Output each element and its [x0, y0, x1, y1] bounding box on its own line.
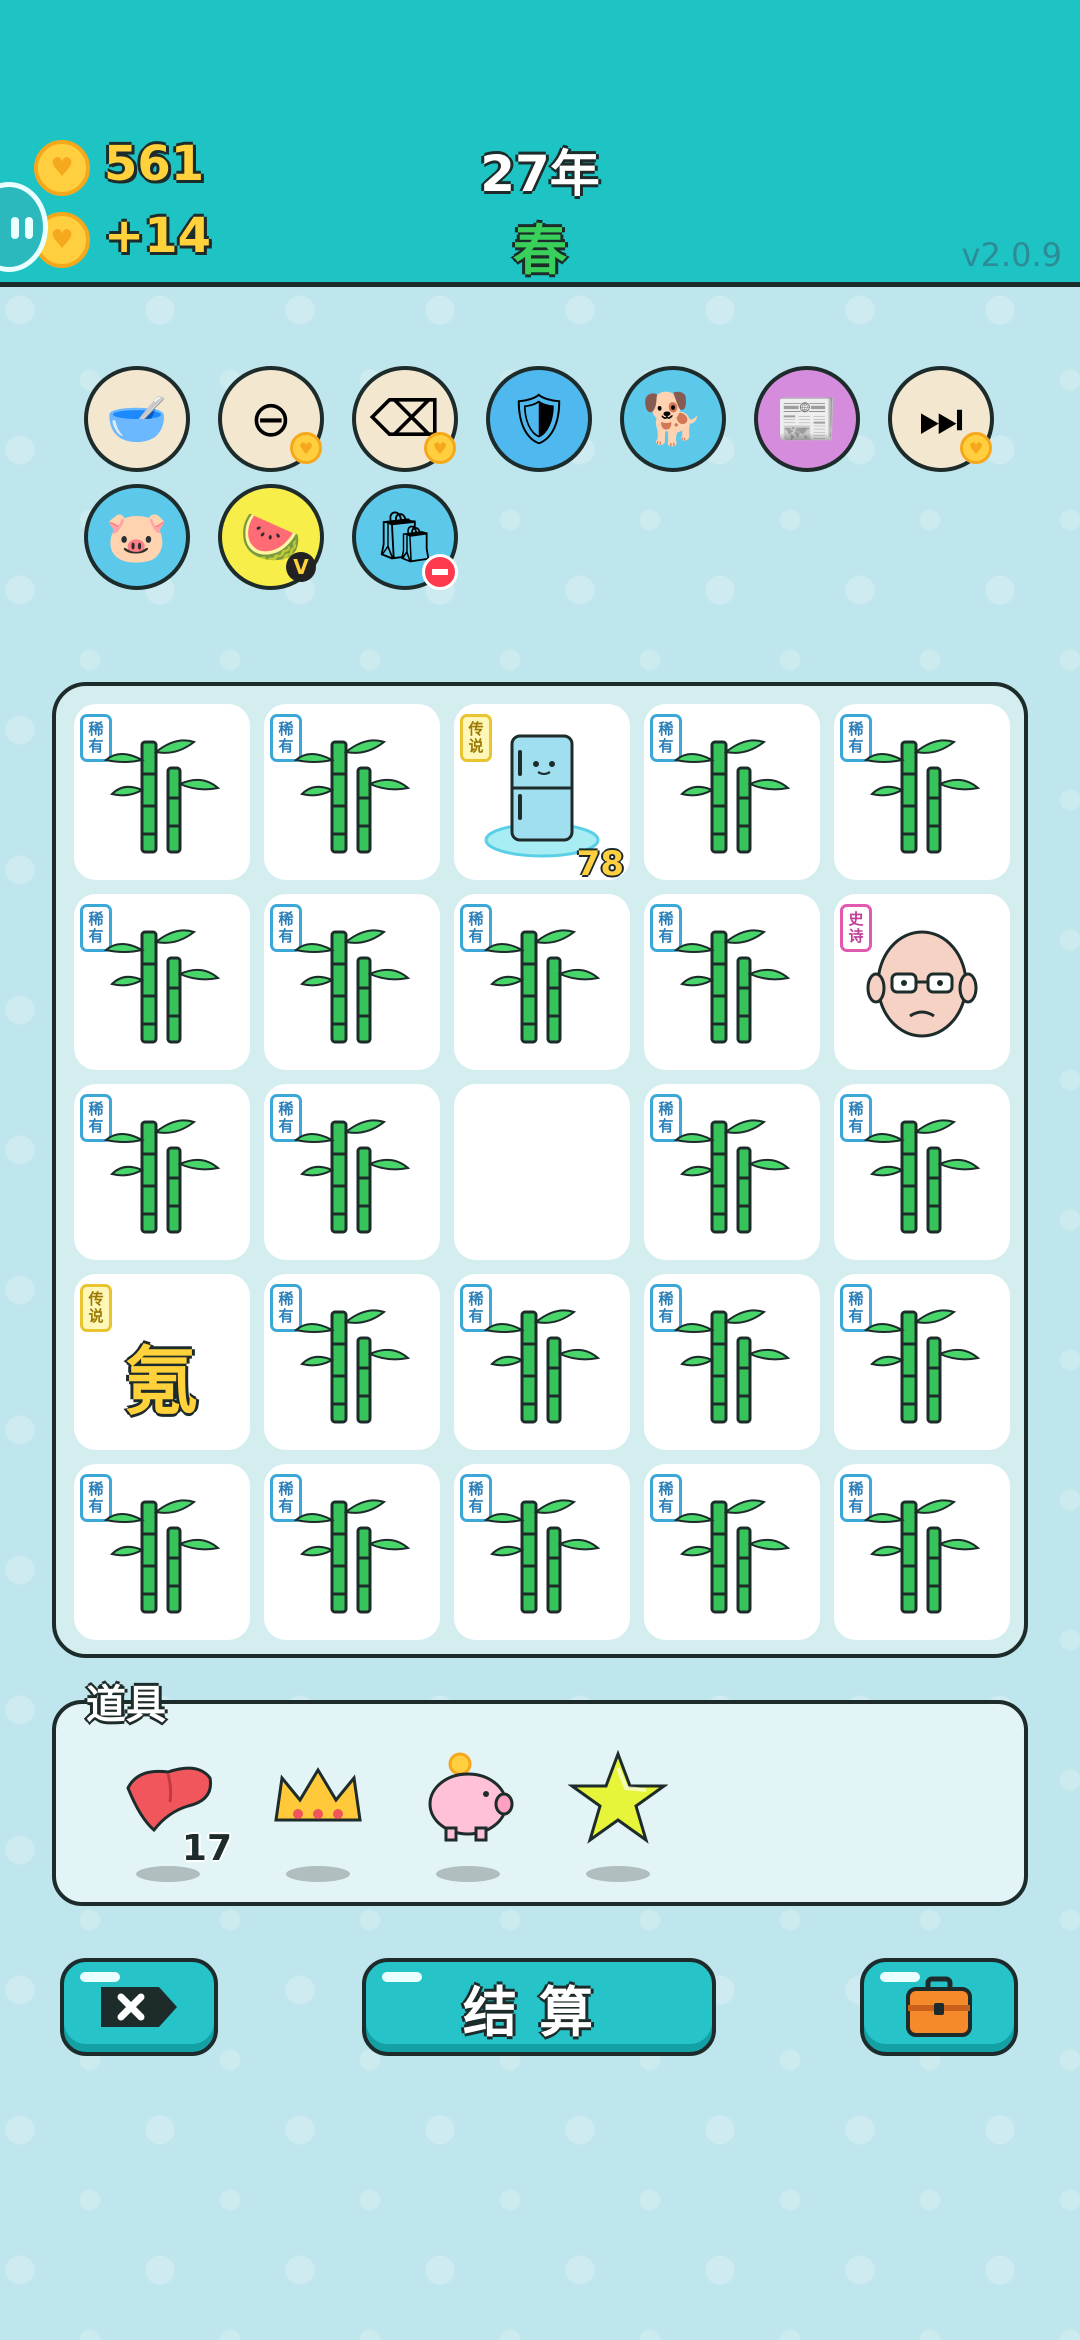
props-panel: 17 — [52, 1700, 1028, 1906]
buff-piggy-bank[interactable]: 🐷 — [84, 484, 190, 590]
bamboo-icon — [102, 918, 222, 1048]
time-magazine-icon: 📰 — [775, 390, 839, 448]
board-cell[interactable] — [454, 1084, 630, 1260]
board-cell[interactable]: 稀有 — [264, 1274, 440, 1450]
buff-skip[interactable]: ⏭ ♥ — [888, 366, 994, 472]
buff-delete-removal[interactable]: ⌫ ♥ — [352, 366, 458, 472]
settle-label: 结算 — [463, 1980, 615, 2044]
board-cell[interactable]: 传说氪 — [74, 1274, 250, 1450]
top-bar: ♥ 561 ♥ +14 27年 春 v2.0.9 — [0, 0, 1080, 287]
bamboo-icon — [862, 1298, 982, 1428]
season-label: 春 — [513, 219, 567, 282]
bamboo-icon — [292, 1488, 412, 1618]
bamboo-icon — [482, 1298, 602, 1428]
board-cell[interactable]: 稀有 — [264, 1464, 440, 1640]
old-man-icon — [862, 918, 982, 1048]
board-cell[interactable]: 史诗 — [834, 894, 1010, 1070]
prop-crown[interactable] — [268, 1748, 368, 1888]
year-label: 27年 — [480, 145, 600, 203]
trash-bag-icon: 🛍 — [373, 508, 437, 566]
bamboo-icon — [862, 1108, 982, 1238]
bamboo-icon — [482, 918, 602, 1048]
settle-button[interactable]: 结算 — [362, 1958, 716, 2056]
board-cell[interactable]: 稀有 — [834, 1464, 1010, 1640]
bamboo-icon — [102, 728, 222, 858]
board-cell[interactable]: 稀有 — [454, 1274, 630, 1450]
board-cell[interactable]: 稀有 — [644, 1084, 820, 1260]
board-cell[interactable]: 稀有 — [264, 894, 440, 1070]
bamboo-icon — [292, 1108, 412, 1238]
board-cell[interactable]: 稀有 — [264, 704, 440, 880]
bamboo-icon — [292, 1298, 412, 1428]
briefcase-icon — [906, 1976, 972, 2037]
board-cell[interactable]: 传说 78 — [454, 704, 630, 884]
bamboo-icon — [672, 918, 792, 1048]
dog-sunglasses-icon: 🐕 — [641, 390, 705, 448]
prop-count: 17 — [181, 1828, 232, 1869]
bamboo-icon — [862, 1488, 982, 1618]
board-cell[interactable]: 稀有 — [74, 1464, 250, 1640]
prop-liver[interactable]: 17 — [118, 1748, 232, 1888]
remove-button[interactable] — [60, 1958, 218, 2056]
board-cell[interactable]: 稀有 — [454, 1464, 630, 1640]
crown-icon — [268, 1748, 368, 1852]
board-cell[interactable]: 稀有 — [834, 1274, 1010, 1450]
skip-icon: ⏭ — [918, 390, 964, 448]
board-cell[interactable]: 稀有 — [644, 1464, 820, 1640]
board-cell[interactable]: 稀有 — [264, 1084, 440, 1260]
board-cell[interactable]: 稀有 — [644, 1274, 820, 1450]
bamboo-icon — [672, 1108, 792, 1238]
prop-shadow — [286, 1866, 350, 1882]
buff-repair-shield[interactable]: 🛡 — [486, 366, 592, 472]
buff-cool-dog[interactable]: 🐕 — [620, 366, 726, 472]
star-icon — [567, 1748, 669, 1852]
bamboo-icon — [482, 1488, 602, 1618]
krypton-symbol: 氪 — [124, 1339, 198, 1425]
food-bowl-icon: 🥣 — [105, 390, 169, 448]
buff-garbage-bag[interactable]: 🛍 — [352, 484, 458, 590]
version-label: v2.0.9 — [961, 236, 1062, 274]
board-cell[interactable]: 稀有 — [834, 704, 1010, 880]
board-cell[interactable]: 稀有 — [454, 894, 630, 1070]
heart-badge-icon: ♥ — [424, 432, 456, 464]
bamboo-icon — [672, 1488, 792, 1618]
piggy-bank-icon: 🐷 — [105, 508, 169, 566]
prop-shadow — [586, 1866, 650, 1882]
heart-badge-icon: ♥ — [290, 432, 322, 464]
bamboo-icon — [102, 1108, 222, 1238]
cell-count: 78 — [576, 844, 624, 884]
delete-key-icon — [101, 1987, 177, 2027]
prop-star[interactable] — [567, 1748, 669, 1888]
board-cell[interactable]: 稀有 — [644, 704, 820, 880]
buff-fruit-basket[interactable]: 🍉 V — [218, 484, 324, 590]
inventory-button[interactable] — [860, 1958, 1018, 2056]
board-cell[interactable]: 稀有 — [644, 894, 820, 1070]
buff-time-magazine[interactable]: 📰 — [754, 366, 860, 472]
heart-badge-icon: ♥ — [960, 432, 992, 464]
rarity-tag-legend: 传说 — [80, 1284, 112, 1332]
bamboo-icon — [862, 728, 982, 858]
prop-shadow — [436, 1866, 500, 1882]
minus-circle-icon: ⊖ — [250, 390, 292, 448]
shield-wrench-icon: 🛡 — [507, 390, 571, 448]
prop-piggy-bank[interactable] — [418, 1748, 518, 1888]
buff-reduce-removal[interactable]: ⊖ ♥ — [218, 366, 324, 472]
bamboo-icon — [292, 918, 412, 1048]
v-badge-icon: V — [286, 552, 316, 582]
board-cell[interactable]: 稀有 — [74, 1084, 250, 1260]
minus-badge-icon — [422, 554, 458, 590]
props-title: 道具 — [86, 1682, 166, 1728]
board-cell[interactable]: 稀有 — [74, 894, 250, 1070]
slot-board: 稀有 稀有 传说 78 稀有 稀有 稀有 稀有 稀有 稀有 史诗 稀有 稀有 稀有 稀有 传说氪稀有 稀有 稀有稀… — [52, 682, 1028, 1658]
board-cell[interactable]: 稀有 — [834, 1084, 1010, 1260]
board-cell[interactable]: 稀有 — [74, 704, 250, 880]
bamboo-icon — [292, 728, 412, 858]
bamboo-icon — [672, 728, 792, 858]
fridge-icon — [482, 728, 602, 858]
buff-pet-food-bowl[interactable]: 🥣 — [84, 366, 190, 472]
bamboo-icon — [672, 1298, 792, 1428]
bamboo-icon — [102, 1488, 222, 1618]
piggy-bank-icon — [418, 1748, 518, 1852]
